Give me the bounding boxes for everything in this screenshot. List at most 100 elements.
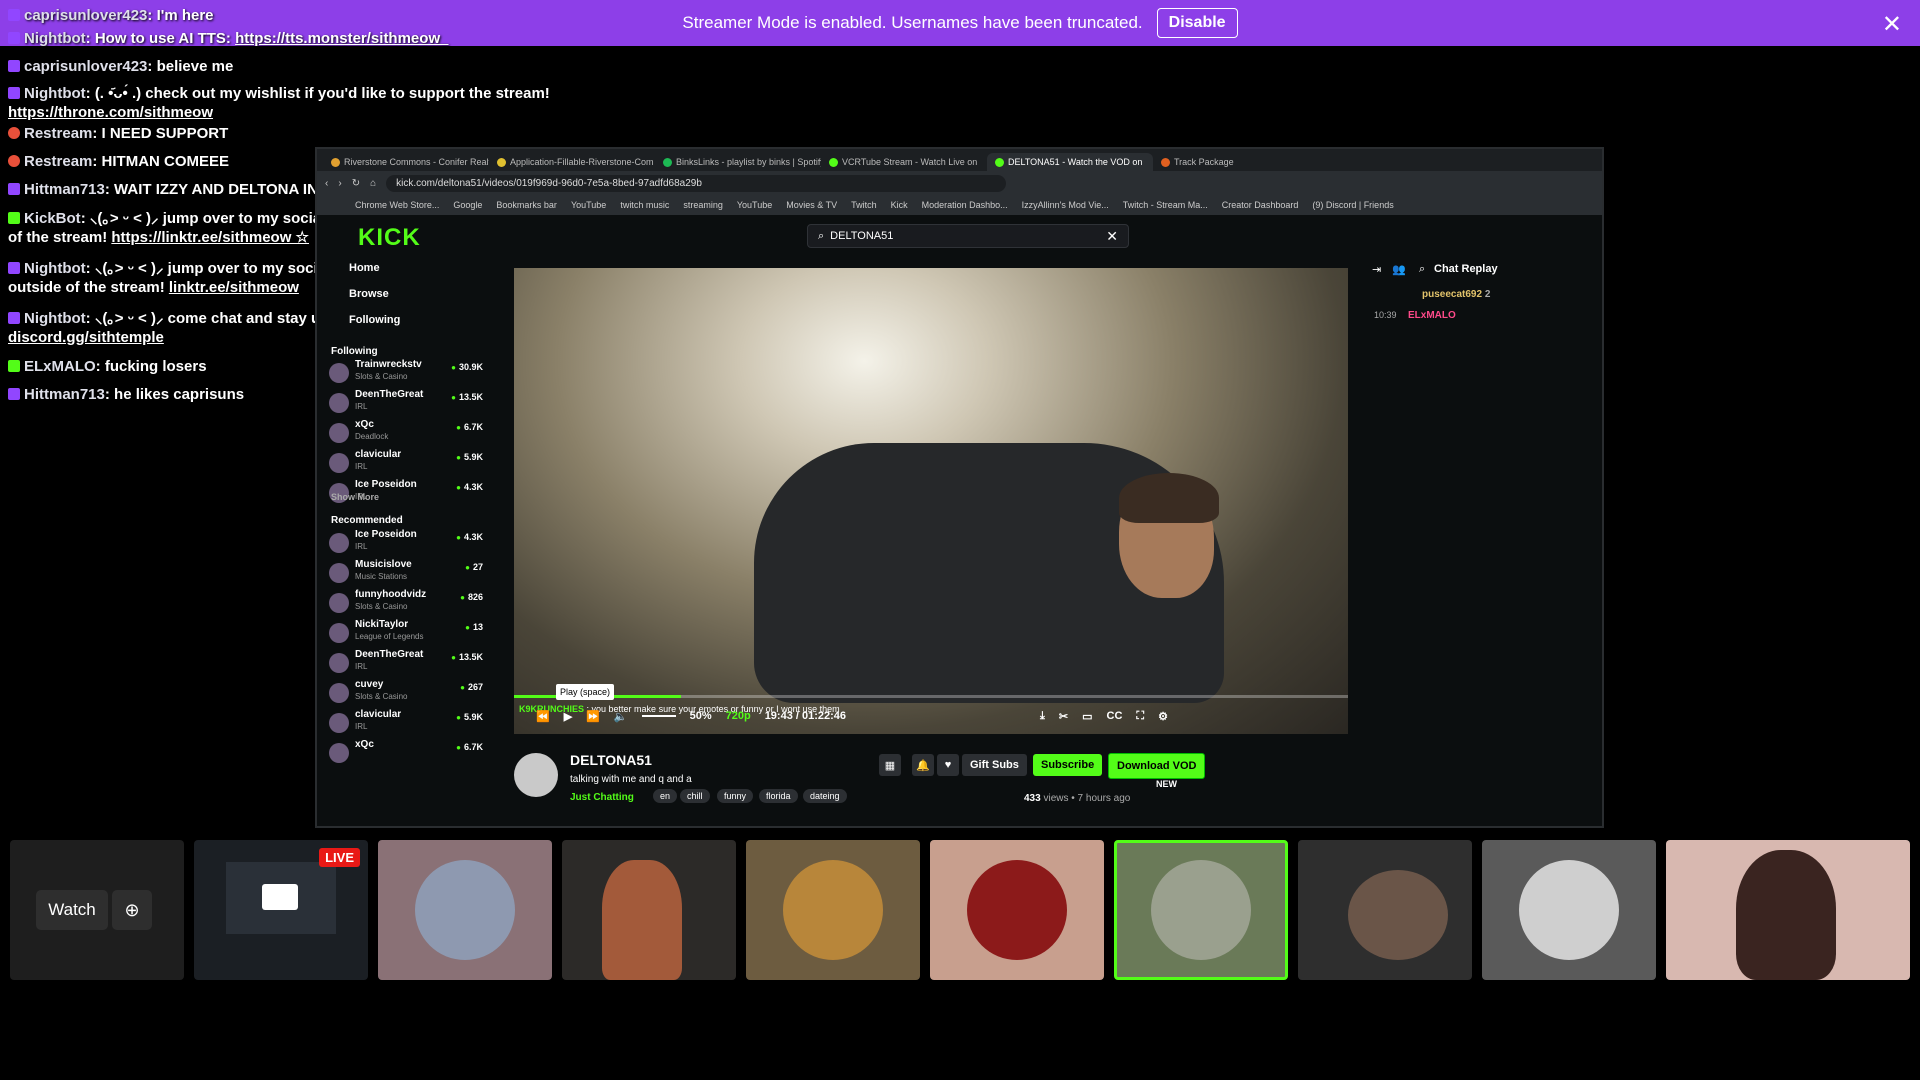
participant-avatar (1151, 860, 1251, 960)
disable-button[interactable]: Disable (1156, 8, 1238, 38)
stream-category[interactable]: Just Chatting (570, 792, 634, 803)
recommended-channel[interactable]: funnyhoodvidz Slots & Casino 826 (329, 589, 483, 619)
settings-icon[interactable]: ⚙ (1158, 710, 1168, 723)
video-player[interactable]: K9KRUNCHIES : you better make sure your … (514, 268, 1348, 734)
fullscreen-icon[interactable]: ⛶ (1136, 710, 1144, 723)
participant-tile[interactable] (1666, 840, 1910, 980)
following-channel[interactable]: DeenTheGreat IRL 13.5K (329, 389, 483, 419)
participant-tile[interactable] (1482, 840, 1656, 980)
gift-subs-button[interactable]: Gift Subs (962, 754, 1027, 776)
volume-slider[interactable] (641, 715, 676, 717)
streamer-name[interactable]: DELTONA51 (570, 752, 652, 768)
bookmark-item[interactable]: YouTube (737, 200, 772, 210)
kick-logo[interactable]: KICK (358, 224, 421, 252)
recommended-channel[interactable]: NickiTaylor League of Legends 13 (329, 619, 483, 649)
streamer-avatar[interactable] (514, 753, 558, 797)
participant-tile[interactable] (562, 840, 736, 980)
collapse-icon[interactable]: ⇥ (1372, 263, 1381, 276)
nav-browse[interactable]: Browse (349, 288, 389, 300)
participant-tile-speaking[interactable] (1114, 840, 1288, 980)
channel-category: League of Legends (355, 632, 424, 641)
participant-tile[interactable] (1298, 840, 1472, 980)
search-input[interactable]: ⌕ DELTONA51 ✕ (807, 224, 1129, 248)
bookmark-item[interactable]: Bookmarks bar (496, 200, 557, 210)
recommended-channel[interactable]: cuvey Slots & Casino 267 (329, 679, 483, 709)
participant-tile[interactable] (930, 840, 1104, 980)
chat-link[interactable]: https://tts.monster/sithmeow_ (235, 30, 448, 47)
clip-icon[interactable]: ✂ (1059, 710, 1068, 723)
chat-link[interactable]: https://throne.com/sithmeow (8, 104, 213, 121)
fast-forward-icon[interactable]: ⏩ (586, 710, 600, 723)
recommended-channel[interactable]: DeenTheGreat IRL 13.5K (329, 649, 483, 679)
heart-icon[interactable]: ♥ (937, 754, 959, 776)
pinned-user: puseecat692 2 (1422, 289, 1490, 300)
download-vod-button[interactable]: Download VOD (1108, 753, 1206, 779)
bookmark-item[interactable]: YouTube (571, 200, 606, 210)
browser-tab[interactable]: Track Package (1153, 153, 1319, 171)
bell-icon[interactable]: 🔔 (912, 754, 934, 776)
tag[interactable]: funny (717, 789, 754, 803)
search-icon: ⌕ (818, 229, 825, 242)
following-channel[interactable]: clavicular IRL 5.9K (329, 449, 483, 479)
chat-link[interactable]: linktr.ee/sithmeow (169, 279, 299, 296)
reload-icon[interactable]: ↻ (352, 178, 360, 189)
tag[interactable]: dateing (803, 789, 847, 803)
nav-home[interactable]: Home (349, 262, 380, 274)
close-icon[interactable]: ✕ (1882, 10, 1902, 39)
following-channel[interactable]: xQc Deadlock 6.7K (329, 419, 483, 449)
nav-following[interactable]: Following (349, 314, 400, 326)
bookmark-item[interactable]: Movies & TV (786, 200, 837, 210)
rewind-icon[interactable]: ⏪ (536, 710, 550, 723)
bookmark-item[interactable]: Kick (891, 200, 908, 210)
clear-search-icon[interactable]: ✕ (1106, 228, 1118, 245)
subscribe-button[interactable]: Subscribe (1033, 754, 1103, 776)
theater-icon[interactable]: ▭ (1082, 710, 1092, 723)
add-stream-icon[interactable]: ⊕ (112, 890, 152, 930)
browser-tab[interactable]: Riverstone Commons - Conifer Realty (323, 153, 489, 171)
bookmark-item[interactable]: Twitch - Stream Ma... (1123, 200, 1208, 210)
play-icon[interactable]: ▶ (564, 710, 572, 723)
forward-icon[interactable]: › (338, 178, 341, 189)
recommended-channel[interactable]: Musicislove Music Stations 27 (329, 559, 483, 589)
recommended-channel[interactable]: clavicular IRL 5.9K (329, 709, 483, 739)
bookmark-item[interactable]: (9) Discord | Friends (1312, 200, 1393, 210)
watch-tile: Watch ⊕ (10, 840, 184, 980)
recommended-channel[interactable]: xQc 6.7K (329, 739, 483, 769)
chat-link[interactable]: https://linktr.ee/sithmeow ☆ (111, 229, 309, 246)
participant-tile[interactable] (378, 840, 552, 980)
search-icon[interactable]: ⌕ (1419, 263, 1425, 276)
back-icon[interactable]: ‹ (325, 178, 328, 189)
home-icon[interactable]: ⌂ (370, 178, 376, 189)
channel-avatar (329, 363, 349, 383)
bookmark-item[interactable]: twitch music (620, 200, 669, 210)
download-icon[interactable]: ⤓ (1040, 710, 1045, 723)
tag[interactable]: en (653, 789, 678, 803)
tag[interactable]: chill (680, 789, 710, 803)
bookmark-item[interactable]: Google (453, 200, 482, 210)
users-icon[interactable]: 👥 (1392, 263, 1406, 276)
bookmark-item[interactable]: Creator Dashboard (1222, 200, 1299, 210)
show-more[interactable]: Show More (331, 492, 379, 502)
tag[interactable]: florida (759, 789, 798, 803)
following-channel[interactable]: Trainwreckstv Slots & Casino 30.9K (329, 359, 483, 389)
quality-label[interactable]: 720p (726, 710, 751, 722)
bookmark-item[interactable]: Moderation Dashbo... (922, 200, 1008, 210)
browser-tab[interactable]: VCRTube Stream - Watch Live on (821, 153, 987, 171)
bookmark-item[interactable]: Twitch (851, 200, 877, 210)
watch-button[interactable]: Watch (36, 890, 108, 930)
browser-tab[interactable]: BinksLinks - playlist by binks | Spotify (655, 153, 821, 171)
url-field[interactable]: kick.com/deltona51/videos/019f969d-96d0-… (386, 174, 1007, 192)
bookmark-item[interactable]: IzzyAllinn's Mod Vie... (1022, 200, 1109, 210)
bookmark-item[interactable]: Chrome Web Store... (355, 200, 439, 210)
captions-icon[interactable]: CC (1107, 710, 1123, 722)
browser-tab[interactable]: DELTONA51 - Watch the VOD on (987, 153, 1153, 171)
share-icon[interactable]: ▦ (879, 754, 901, 776)
chat-link[interactable]: discord.gg/sithtemple (8, 329, 164, 346)
screen-share-tile[interactable]: LIVE (194, 840, 368, 980)
volume-icon[interactable]: 🔈 (614, 710, 628, 723)
chat-username: ELxMALO (24, 358, 96, 375)
recommended-channel[interactable]: Ice Poseidon IRL 4.3K (329, 529, 483, 559)
participant-tile[interactable] (746, 840, 920, 980)
browser-tab[interactable]: Application-Fillable-Riverstone-Com (489, 153, 655, 171)
bookmark-item[interactable]: streaming (683, 200, 723, 210)
